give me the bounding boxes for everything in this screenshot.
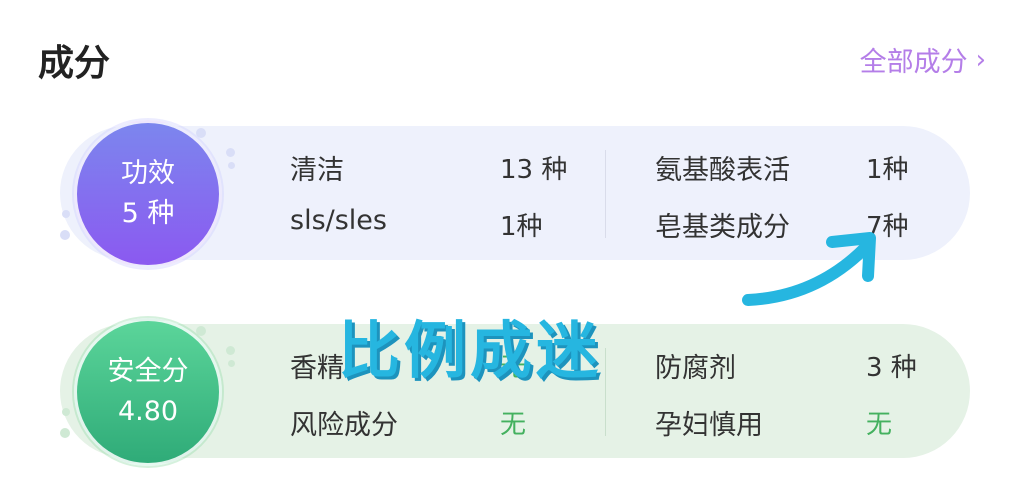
section-title: 成分 xyxy=(38,43,111,84)
ingredient-count: 3 种 xyxy=(866,353,917,383)
decor-dot xyxy=(228,162,235,169)
column-divider xyxy=(605,150,606,238)
chevron-right-icon: › xyxy=(975,44,986,75)
annotation-arrow-icon xyxy=(742,232,876,306)
ingredient-name: 清洁 xyxy=(290,155,344,186)
ingredient-count: 13 种 xyxy=(500,155,568,185)
ingredient-name: 氨基酸表活 xyxy=(655,155,790,186)
decor-dot xyxy=(196,128,206,138)
safety-badge: 安全分 4.80 xyxy=(74,318,222,466)
safety-badge-label: 安全分 xyxy=(107,356,189,387)
efficacy-badge-value: 5 种 xyxy=(121,198,175,229)
ingredient-name: 孕妇慎用 xyxy=(655,410,763,441)
decor-dot xyxy=(60,230,70,240)
ingredient-name: 防腐剂 xyxy=(655,353,736,384)
decor-dot xyxy=(60,428,70,438)
ingredient-count: 无 xyxy=(500,410,527,440)
safety-badge-value: 4.80 xyxy=(117,396,179,427)
decor-dot xyxy=(228,360,235,367)
annotation-text: 比例成迷 xyxy=(338,314,603,387)
decor-dot xyxy=(226,148,235,157)
ingredient-count: 无 xyxy=(866,410,893,440)
decor-dot xyxy=(62,408,70,416)
ingredient-count: 1种 xyxy=(866,155,909,185)
ingredient-count: 1种 xyxy=(500,212,543,242)
ingredient-name: sls/sles xyxy=(290,205,387,236)
column-divider xyxy=(605,348,606,436)
all-ingredients-link[interactable]: 全部成分 › xyxy=(860,40,986,79)
decor-dot xyxy=(226,346,235,355)
ingredient-name: 风险成分 xyxy=(290,410,398,441)
efficacy-badge: 功效 5 种 xyxy=(74,120,222,268)
decor-dot xyxy=(62,210,70,218)
decor-dot xyxy=(196,326,206,336)
efficacy-badge-label: 功效 xyxy=(121,158,175,189)
all-ingredients-label: 全部成分 xyxy=(859,47,968,78)
ingredient-name: 香精 xyxy=(290,353,344,384)
